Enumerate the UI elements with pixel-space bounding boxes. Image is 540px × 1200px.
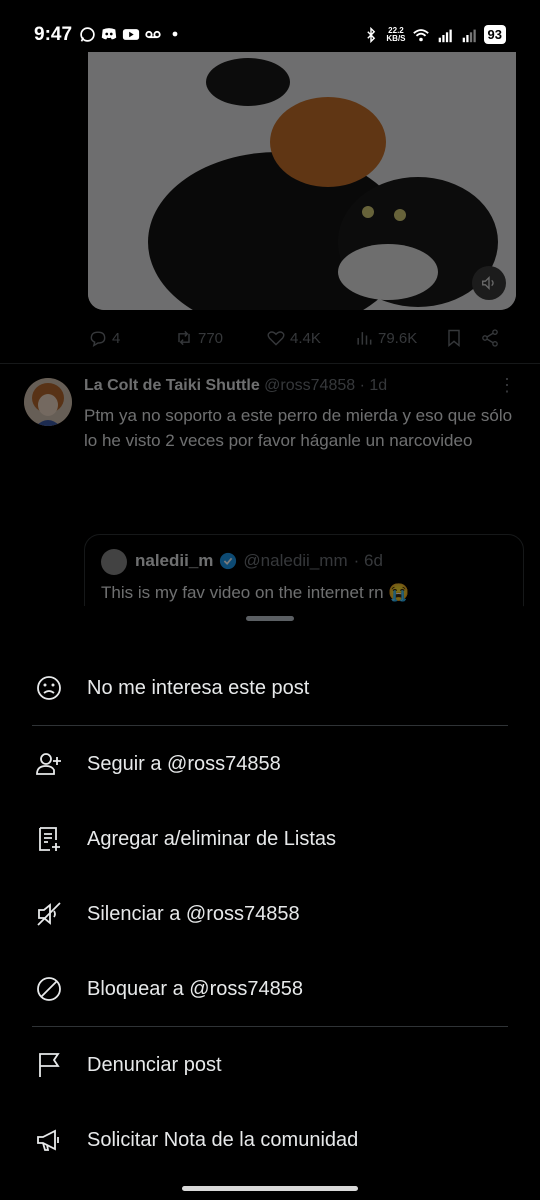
anime-avatar-image	[24, 378, 72, 426]
heart-icon	[267, 331, 285, 346]
quoted-timestamp: · 6d	[353, 551, 383, 570]
post-text: Ptm ya no soporto a este perro de mierda…	[84, 406, 513, 450]
menu-item-not-interested[interactable]: No me interesa este post	[0, 658, 540, 718]
megaphone-icon	[34, 1125, 64, 1155]
post-options-sheet: No me interesa este post Seguir a @ross7…	[0, 606, 540, 1200]
sheet-drag-handle[interactable]	[246, 616, 294, 621]
share-icon	[482, 329, 498, 347]
quoted-text: This is my fav video on the internet rn …	[101, 583, 410, 602]
menu-label: Solicitar Nota de la comunidad	[87, 1128, 359, 1151]
reply-button[interactable]: 4	[88, 328, 174, 348]
menu-label: Bloquear a @ross74858	[87, 977, 303, 1000]
views-icon	[357, 332, 372, 345]
whatsapp-icon	[78, 25, 96, 43]
bookmark-button[interactable]	[444, 328, 480, 348]
more-options-icon[interactable]: ⋮	[498, 376, 516, 394]
post-author-handle[interactable]: @ross74858	[264, 377, 355, 394]
post-video[interactable]	[88, 52, 516, 310]
repost-count: 770	[198, 329, 224, 347]
status-time: 9:47	[34, 24, 73, 45]
system-indicators: 22.2 KB/S 93	[362, 25, 506, 44]
menu-label: Agregar a/eliminar de Listas	[87, 827, 337, 850]
menu-divider	[32, 725, 508, 726]
menu-item-block[interactable]: Bloquear a @ross74858	[0, 959, 540, 1019]
avatar[interactable]	[24, 378, 72, 426]
more-notifications-dot-icon	[166, 25, 184, 43]
quoted-post[interactable]: naledii_m @naledii_mm · 6d This is my fa…	[84, 534, 524, 612]
menu-item-follow[interactable]: Seguir a @ross74858	[0, 734, 540, 794]
menu-item-report[interactable]: Denunciar post	[0, 1035, 540, 1095]
repost-icon	[178, 330, 190, 346]
notification-icons	[78, 25, 184, 43]
share-button[interactable]	[480, 328, 510, 348]
sad-face-icon	[34, 673, 64, 703]
post-author-name[interactable]: La Colt de Taiki Shuttle	[84, 377, 260, 394]
post-timestamp: · 1d	[359, 377, 388, 394]
menu-item-community-note[interactable]: Solicitar Nota de la comunidad	[0, 1110, 540, 1170]
post-actions: 4 770 4.4K 79.6K	[88, 324, 514, 352]
like-button[interactable]: 4.4K	[266, 328, 354, 348]
mute-video-button[interactable]	[472, 266, 506, 300]
signal-1-icon	[436, 26, 454, 44]
reply-count: 4	[112, 329, 121, 347]
view-count: 79.6K	[378, 329, 418, 347]
menu-label: Denunciar post	[87, 1053, 222, 1076]
repost-button[interactable]: 770	[174, 328, 266, 348]
menu-label: Seguir a @ross74858	[87, 752, 281, 775]
block-icon	[34, 974, 64, 1004]
verified-badge-icon	[220, 552, 237, 570]
menu-label: No me interesa este post	[87, 676, 310, 699]
bookmark-icon	[448, 329, 460, 348]
speaker-muted-icon	[482, 275, 494, 291]
reply-icon	[90, 331, 106, 347]
network-speed-unit: KB/S	[386, 33, 406, 43]
list-add-icon	[34, 824, 64, 854]
bluetooth-icon	[362, 26, 380, 44]
quoted-author-name: naledii_m	[135, 551, 214, 570]
youtube-icon	[122, 25, 140, 43]
flag-icon	[34, 1050, 64, 1080]
status-bar: 9:47 22.2 KB/S 93	[0, 0, 540, 52]
follow-user-icon	[34, 749, 64, 779]
network-speed: 22.2 KB/S	[386, 26, 406, 43]
voicemail-icon	[144, 25, 162, 43]
like-count: 4.4K	[290, 329, 321, 347]
menu-divider	[32, 1026, 508, 1027]
menu-item-lists[interactable]: Agregar a/eliminar de Listas	[0, 809, 540, 869]
discord-icon	[100, 25, 118, 43]
battery-level: 93	[483, 25, 506, 44]
menu-label: Silenciar a @ross74858	[87, 902, 300, 925]
mute-icon	[34, 899, 64, 929]
post-header: La Colt de Taiki Shuttle @ross74858 · 1d	[84, 377, 387, 395]
signal-2-icon	[460, 26, 478, 44]
post-divider	[0, 363, 540, 364]
quoted-author-handle: @naledii_mm	[243, 551, 348, 570]
quoted-post-header: naledii_m @naledii_mm · 6d	[135, 551, 383, 571]
timeline: 4 770 4.4K 79.6K La Colt de Taiki Shuttl…	[0, 52, 540, 612]
menu-item-mute[interactable]: Silenciar a @ross74858	[0, 884, 540, 944]
quoted-avatar	[101, 549, 127, 575]
wifi-icon	[412, 26, 430, 44]
cat-video-frame	[88, 52, 516, 310]
home-indicator[interactable]	[182, 1186, 358, 1191]
views-button[interactable]: 79.6K	[354, 328, 444, 348]
